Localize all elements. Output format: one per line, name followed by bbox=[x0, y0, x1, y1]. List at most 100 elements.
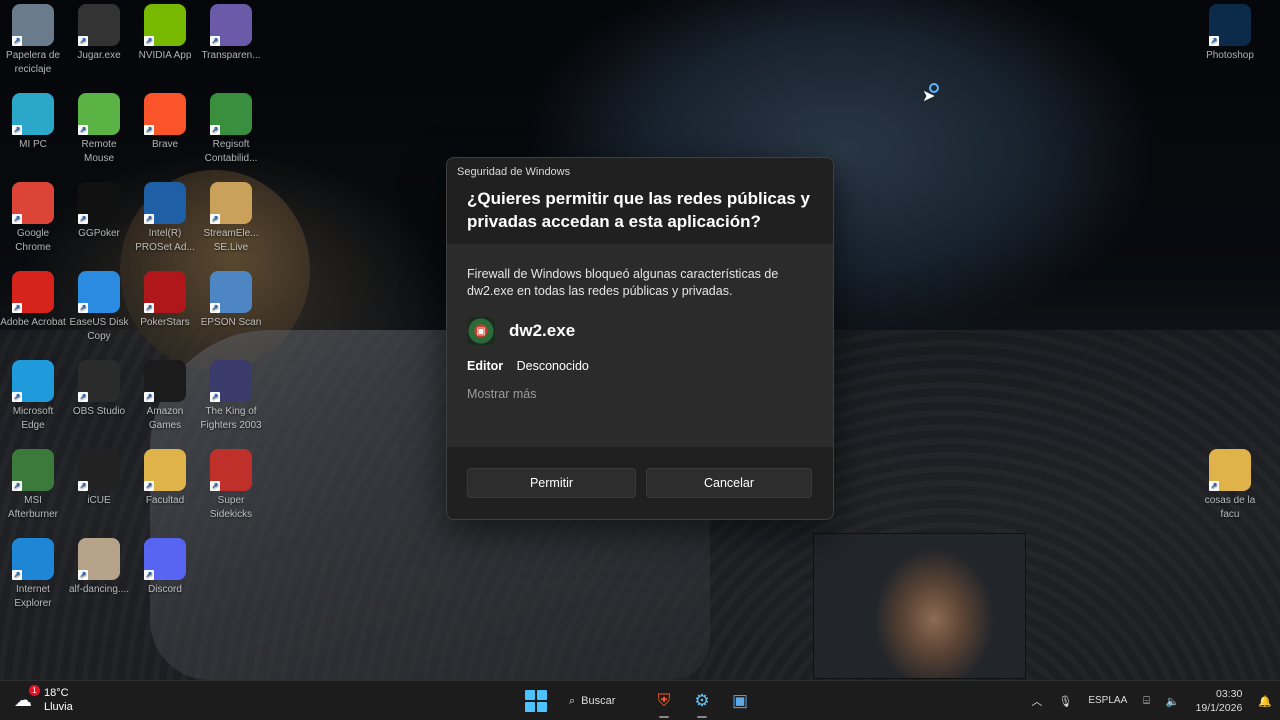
desktop-icon[interactable]: ↗ The King of Fighters 2003 bbox=[198, 360, 264, 433]
desktop-icon-label: Microsoft Edge bbox=[12, 406, 54, 431]
notifications-icon[interactable]: 🔔 bbox=[1258, 695, 1272, 708]
desktop-icon-label: PokerStars bbox=[140, 317, 190, 328]
taskbar-search[interactable]: ⌕ Buscar bbox=[559, 686, 641, 716]
discord-icon: ↗ bbox=[144, 538, 186, 580]
input-language[interactable]: ESP LAA bbox=[1088, 694, 1127, 708]
clock-time: 03:30 bbox=[1216, 688, 1243, 700]
rain-cloud-icon: ☁ 1 bbox=[14, 685, 40, 712]
shortcut-arrow-icon: ↗ bbox=[144, 392, 154, 402]
desktop-icon[interactable]: ↗ Remote Mouse bbox=[66, 93, 132, 166]
webcam-overlay bbox=[813, 533, 1026, 679]
system-tray: ︿ 🎙 ESP LAA ⌸ 🔈 03:30 19/1/2026 🔔 bbox=[1023, 681, 1280, 720]
desktop-icon[interactable]: ↗ StreamEle... SE.Live bbox=[198, 182, 264, 255]
shortcut-arrow-icon: ↗ bbox=[78, 392, 88, 402]
desktop-icon[interactable]: ↗ PokerStars bbox=[132, 271, 198, 330]
edge-icon: ↗ bbox=[12, 360, 54, 402]
windows-logo-tile bbox=[525, 702, 535, 712]
microphone-icon[interactable]: 🎙 bbox=[1058, 695, 1072, 708]
start-button[interactable] bbox=[521, 686, 551, 716]
desktop-icon[interactable]: ↗ Regisoft Contabilid... bbox=[198, 93, 264, 166]
desktop-icon[interactable]: ↗ EaseUS Disk Copy bbox=[66, 271, 132, 344]
shortcut-arrow-icon: ↗ bbox=[144, 481, 154, 491]
desktop-icon[interactable]: ↗ Facultad bbox=[132, 449, 198, 508]
desktop-icon[interactable]: ↗ EPSON Scan bbox=[198, 271, 264, 330]
publisher-label: Editor bbox=[467, 359, 504, 373]
steam-icon: ⚙ bbox=[694, 691, 710, 710]
desktop-icon[interactable]: ↗ alf-dancing.... bbox=[66, 538, 132, 597]
chat-bubble-icon: ↗ bbox=[210, 4, 252, 46]
clock[interactable]: 03:30 19/1/2026 bbox=[1196, 687, 1243, 715]
shortcut-arrow-icon: ↗ bbox=[210, 36, 220, 46]
shortcut-arrow-icon: ↗ bbox=[210, 481, 220, 491]
desktop-icon-label: GGPoker bbox=[78, 228, 120, 239]
taskbar-app-brave[interactable]: ⛨ bbox=[649, 686, 679, 718]
desktop-icon-label: alf-dancing.... bbox=[68, 584, 130, 595]
desktop-icon[interactable]: ↗ Brave bbox=[132, 93, 198, 152]
shortcut-arrow-icon: ↗ bbox=[144, 303, 154, 313]
tray-overflow-chevron-icon[interactable]: ︿ bbox=[1031, 693, 1042, 709]
desktop-icon-label: iCUE bbox=[87, 495, 111, 506]
brave-lion-icon: ↗ bbox=[144, 93, 186, 135]
ie-icon: ↗ bbox=[12, 538, 54, 580]
desktop-icon[interactable]: ↗ Intel(R) PROSet Ad... bbox=[132, 182, 198, 255]
allow-button[interactable]: Permitir bbox=[467, 468, 636, 498]
desktop-icon[interactable]: ↗ Amazon Games bbox=[132, 360, 198, 433]
weather-badge: 1 bbox=[29, 685, 40, 696]
obs-icon: ↗ bbox=[78, 360, 120, 402]
desktop-icon[interactable]: ↗ Jugar.exe bbox=[66, 4, 132, 63]
monitor-icon: ↗ bbox=[12, 93, 54, 135]
desktop-icon[interactable]: ↗ OBS Studio bbox=[66, 360, 132, 419]
shortcut-arrow-icon: ↗ bbox=[12, 214, 22, 224]
desktop-icon[interactable]: ↗ Discord bbox=[132, 538, 198, 597]
desktop-icon-label: Remote Mouse bbox=[81, 139, 117, 164]
desktop-icon[interactable]: ↗ NVIDIA App bbox=[132, 4, 198, 63]
show-more-link[interactable]: Mostrar más bbox=[467, 387, 813, 401]
shortcut-arrow-icon: ↗ bbox=[12, 570, 22, 580]
photoshop-icon: ↗ bbox=[1209, 4, 1251, 46]
desktop-icon[interactable]: ↗ Papelera de reciclaje bbox=[0, 4, 66, 77]
desktop-icon[interactable]: ↗ Microsoft Edge bbox=[0, 360, 66, 433]
desktop-icon-label: Discord bbox=[148, 584, 182, 595]
desktop-icon[interactable]: ↗ iCUE bbox=[66, 449, 132, 508]
shortcut-arrow-icon: ↗ bbox=[144, 570, 154, 580]
streamelements-icon: ↗ bbox=[210, 182, 252, 224]
lang-line1: ESP bbox=[1088, 695, 1109, 706]
desktop-icon[interactable]: ↗ Super Sidekicks bbox=[198, 449, 264, 522]
desktop-icon[interactable]: ↗ Internet Explorer bbox=[0, 538, 66, 611]
shortcut-arrow-icon: ↗ bbox=[78, 303, 88, 313]
desktop-icon-label: EPSON Scan bbox=[200, 317, 262, 328]
volume-icon[interactable]: 🔈 bbox=[1166, 695, 1180, 708]
easeus-icon: ↗ bbox=[78, 271, 120, 313]
app-icon: ▣ bbox=[467, 317, 495, 345]
app-row: ▣ dw2.exe bbox=[467, 317, 813, 345]
taskbar-app-window[interactable]: ▣ bbox=[725, 686, 755, 716]
shortcut-arrow-icon: ↗ bbox=[12, 36, 22, 46]
desktop-icon-label: Papelera de reciclaje bbox=[6, 50, 60, 75]
desktop-icon[interactable]: ↗ cosas de la facu bbox=[1197, 449, 1263, 522]
desktop-icon[interactable]: ↗ Transparen... bbox=[198, 4, 264, 63]
weather-widget[interactable]: ☁ 1 18°C Lluvia bbox=[14, 685, 73, 714]
folder-icon: ↗ bbox=[144, 449, 186, 491]
desktop-icon-label: Super Sidekicks bbox=[209, 495, 253, 520]
shortcut-arrow-icon: ↗ bbox=[210, 392, 220, 402]
shortcut-arrow-icon: ↗ bbox=[144, 36, 154, 46]
desktop-icon-label: Facultad bbox=[145, 495, 185, 506]
scanner-icon: ↗ bbox=[210, 271, 252, 313]
cancel-button[interactable]: Cancelar bbox=[646, 468, 812, 498]
image-thumb-icon: ↗ bbox=[78, 538, 120, 580]
kof-icon: ↗ bbox=[210, 360, 252, 402]
desktop-icon[interactable]: ↗ GGPoker bbox=[66, 182, 132, 241]
desktop-icon-label: Amazon Games bbox=[146, 406, 184, 431]
desktop-icon[interactable]: ↗ Photoshop bbox=[1197, 4, 1263, 63]
desktop-icon[interactable]: ↗ Adobe Acrobat bbox=[0, 271, 66, 330]
app-name: dw2.exe bbox=[509, 321, 576, 340]
windows-security-dialog: Seguridad de Windows ¿Quieres permitir q… bbox=[446, 157, 834, 520]
taskbar-app-steam[interactable]: ⚙ bbox=[687, 686, 717, 718]
desktop-icon-label: MI PC bbox=[19, 139, 47, 150]
desktop-icon[interactable]: ↗ Google Chrome bbox=[0, 182, 66, 255]
desktop-icon[interactable]: ↗ MSI Afterburner bbox=[0, 449, 66, 522]
dialog-body: Firewall de Windows bloqueó algunas cara… bbox=[447, 244, 833, 401]
desktop-icon[interactable]: ↗ MI PC bbox=[0, 93, 66, 152]
network-icon[interactable]: ⌸ bbox=[1143, 695, 1150, 708]
ggpoker-icon: ↗ bbox=[78, 182, 120, 224]
